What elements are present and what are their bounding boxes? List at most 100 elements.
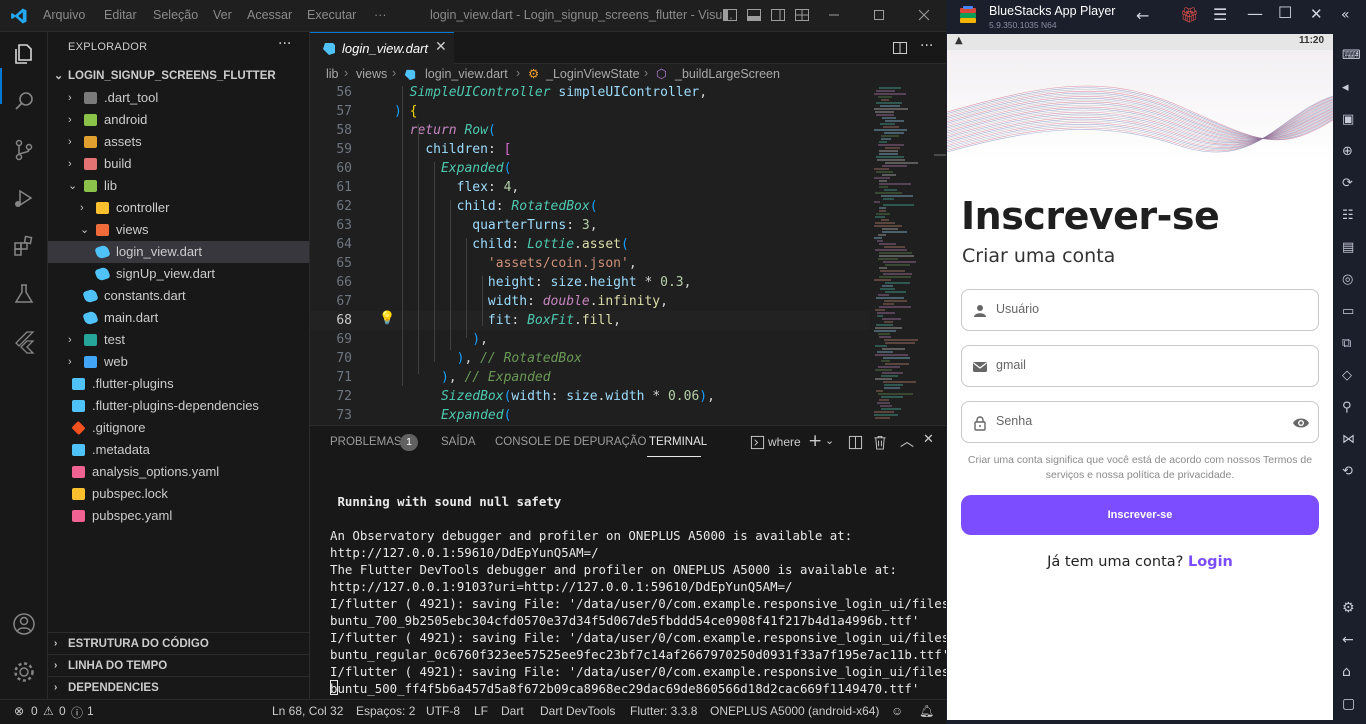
settings-gear-icon[interactable]: ⚙ <box>1342 600 1355 616</box>
explorer-more-actions[interactable]: ··· <box>278 36 291 52</box>
media-manager-icon[interactable]: ⊕ <box>1342 144 1353 159</box>
split-editor-icon[interactable] <box>892 40 908 56</box>
close-window-icon[interactable]: ✕ <box>1310 5 1323 23</box>
minimize-icon[interactable] <box>826 7 842 23</box>
info-count[interactable]: 1 <box>87 704 94 718</box>
terminal-name[interactable]: where <box>768 435 801 449</box>
warnings-icon[interactable]: ⚠ <box>43 704 54 718</box>
tree-item[interactable]: .gitignore <box>48 417 309 439</box>
minimize-icon[interactable]: — <box>1247 4 1263 23</box>
breadcrumb-views[interactable]: views <box>356 67 387 81</box>
tree-item[interactable]: › controller <box>48 197 309 219</box>
tree-item[interactable]: ⌄ views <box>48 219 309 241</box>
trash-icon[interactable] <box>873 435 887 450</box>
tree-item[interactable]: analysis_options.yaml <box>48 461 309 483</box>
menu-ver[interactable]: Ver <box>213 8 232 22</box>
signup-button[interactable]: Inscrever-se <box>961 495 1319 535</box>
code-editor[interactable]: 56 SimpleUIController simpleUIController… <box>310 86 946 425</box>
indentation[interactable]: Espaços: 2 <box>356 704 415 718</box>
errors-icon[interactable]: ⊗ <box>14 704 24 718</box>
toggle-secondary-sidebar-icon[interactable] <box>770 7 786 23</box>
collapse-sidebar-icon[interactable]: « <box>1341 7 1350 23</box>
breadcrumb-method[interactable]: _buildLargeScreen <box>675 67 780 81</box>
lightbulb-icon[interactable]: 💡 <box>379 311 395 326</box>
location-icon[interactable]: ⚲ <box>1342 400 1352 415</box>
dart-devtools[interactable]: Dart DevTools <box>540 704 615 718</box>
flutter-icon[interactable] <box>10 328 38 356</box>
back-arrow-icon[interactable]: ← <box>1136 6 1149 25</box>
breadcrumb-lib[interactable]: lib <box>326 67 339 81</box>
source-control-icon[interactable] <box>10 136 38 164</box>
info-icon[interactable]: ⓘ <box>71 704 83 721</box>
rotate-icon[interactable]: ⟳ <box>1342 176 1353 191</box>
tab-terminal[interactable]: TERMINAL <box>649 436 707 448</box>
maximize-panel-icon[interactable]: ︿ <box>900 431 914 451</box>
toggle-sidebar-icon[interactable] <box>722 7 738 23</box>
menu-editar[interactable]: Editar <box>104 8 137 22</box>
tab-debug-console[interactable]: CONSOLE DE DEPURAÇÃO <box>495 436 646 448</box>
language-mode[interactable]: Dart <box>501 704 524 718</box>
macro-icon[interactable]: ⧉ <box>1342 336 1351 351</box>
device-selector[interactable]: ONEPLUS A5000 (android-x64) <box>710 704 879 718</box>
apk-icon[interactable]: ▤ <box>1342 240 1354 255</box>
breadcrumb-class[interactable]: _LoginViewState <box>546 67 640 81</box>
menu-acessar[interactable]: Acessar <box>247 8 292 22</box>
flutter-version[interactable]: Flutter: 3.3.8 <box>630 704 697 718</box>
feedback-icon[interactable]: ☺ <box>891 704 903 718</box>
editor-more-actions[interactable]: ··· <box>920 38 933 54</box>
maximize-icon[interactable] <box>871 7 887 23</box>
minimap[interactable] <box>870 86 946 425</box>
login-link[interactable]: Login <box>1188 554 1233 570</box>
hamburger-menu-icon[interactable]: ☰ <box>1213 5 1227 24</box>
sync-icon[interactable]: ⟲ <box>1342 464 1353 479</box>
tree-item[interactable]: .metadata <box>48 439 309 461</box>
tree-item[interactable]: .flutter-plugins-dependencies <box>48 395 309 417</box>
toggle-panel-icon[interactable] <box>746 7 762 23</box>
menu-more[interactable]: ··· <box>374 8 387 22</box>
tree-item[interactable]: ⌄ lib <box>48 175 309 197</box>
line-ending[interactable]: LF <box>474 704 488 718</box>
tree-item[interactable]: .flutter-plugins <box>48 373 309 395</box>
new-terminal-icon[interactable]: + <box>808 431 822 451</box>
accounts-icon[interactable] <box>10 610 38 638</box>
project-root-folder[interactable]: ⌄ LOGIN_SIGNUP_SCREENS_FLUTTER <box>48 65 309 87</box>
tree-item[interactable]: login_view.dart <box>48 241 309 263</box>
timeline-section[interactable]: › LINHA DO TEMPO <box>48 654 309 676</box>
tree-item[interactable]: › build <box>48 153 309 175</box>
testing-icon[interactable] <box>10 280 38 308</box>
settings-gear-icon[interactable] <box>10 658 38 686</box>
tree-item[interactable]: › .dart_tool <box>48 87 309 109</box>
close-window-icon[interactable] <box>916 7 932 23</box>
tab-output[interactable]: SAÍDA <box>441 436 476 448</box>
menu-executar[interactable]: Executar <box>307 8 356 22</box>
explorer-icon[interactable] <box>10 40 38 68</box>
dependencies-section[interactable]: › DEPENDENCIES <box>48 676 309 698</box>
screenshot-icon[interactable]: ◎ <box>1342 272 1353 287</box>
volume-icon[interactable]: ◂ <box>1342 80 1349 95</box>
encoding[interactable]: UTF-8 <box>426 704 460 718</box>
erase-icon[interactable]: ◇ <box>1342 368 1352 383</box>
tab-problems[interactable]: PROBLEMAS <box>330 436 402 448</box>
keyboard-icon[interactable]: ⌨ <box>1342 48 1361 63</box>
tree-item[interactable]: constants.dart <box>48 285 309 307</box>
username-field[interactable]: Usuário <box>961 289 1319 331</box>
tree-item[interactable]: › assets <box>48 131 309 153</box>
maximize-icon[interactable]: ☐ <box>1278 3 1292 22</box>
tree-item[interactable]: pubspec.lock <box>48 483 309 505</box>
breadcrumb-file[interactable]: login_view.dart <box>425 67 508 81</box>
tree-item[interactable]: › android <box>48 109 309 131</box>
recent-apps-icon[interactable]: ▢ <box>1342 696 1355 712</box>
menu-arquivo[interactable]: Arquivo <box>43 8 85 22</box>
run-debug-icon[interactable] <box>10 184 38 212</box>
close-tab-icon[interactable]: ✕ <box>435 39 447 55</box>
close-panel-icon[interactable]: ✕ <box>923 432 934 447</box>
folder-icon[interactable]: ▭ <box>1342 304 1354 319</box>
tree-item[interactable]: pubspec.yaml <box>48 505 309 527</box>
customize-layout-icon[interactable] <box>794 7 810 23</box>
home-nav-icon[interactable]: ⌂ <box>1342 664 1351 680</box>
tab-login-view[interactable]: login_view.dart ✕ <box>310 32 454 64</box>
errors-count[interactable]: 0 <box>31 704 38 718</box>
cursor-position[interactable]: Ln 68, Col 32 <box>272 704 343 718</box>
menu-selecao[interactable]: Seleção <box>153 8 198 22</box>
warnings-count[interactable]: 0 <box>59 704 66 718</box>
